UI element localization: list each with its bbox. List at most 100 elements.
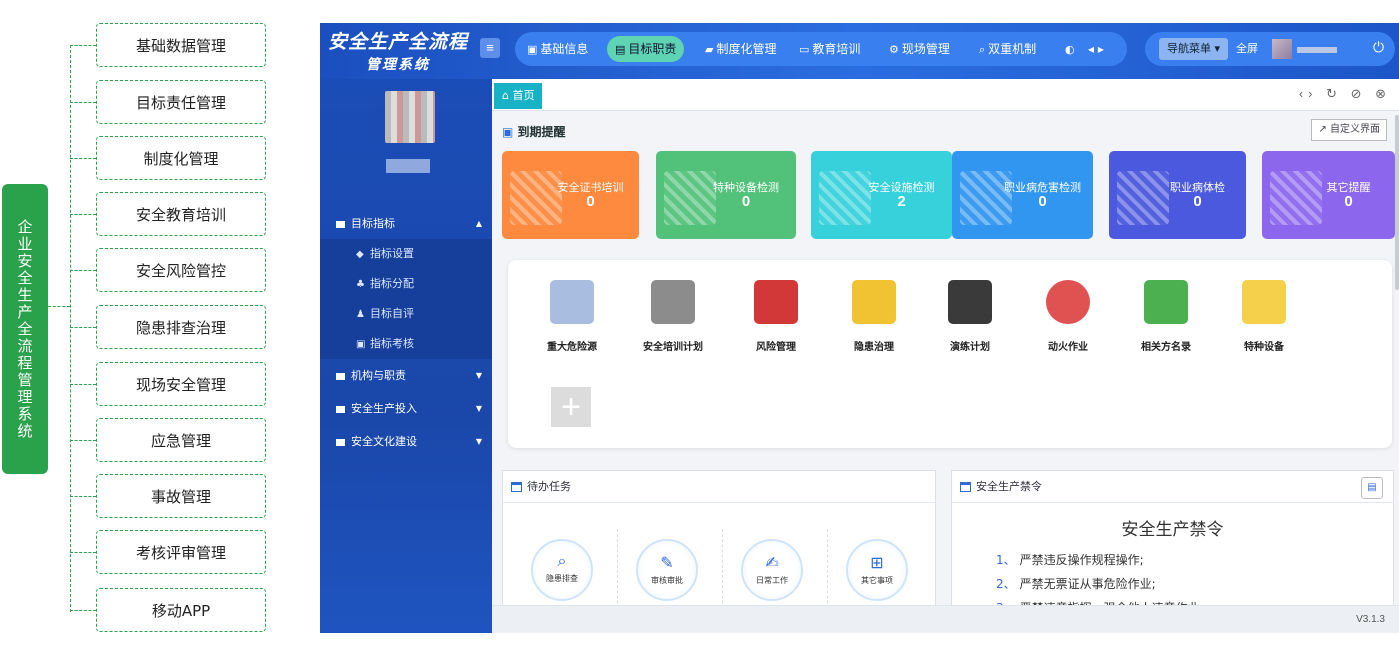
power-icon[interactable]: ⏻ [1373, 39, 1384, 56]
node-assessment: 考核评审管理 [96, 530, 266, 574]
nav-tab-target-duty[interactable]: ▤ 目标职责 [607, 36, 685, 62]
sidebar-item-label: 目标指标 [351, 217, 395, 230]
quick-label: 动火作业 [1048, 342, 1088, 353]
node-site-safety: 现场安全管理 [96, 362, 266, 406]
sidebar-item-organization[interactable]: 机构与职责 ▼ [320, 361, 492, 391]
quick-risk-management[interactable]: 风险管理 [736, 280, 816, 353]
home-icon: ⌂ [502, 89, 513, 102]
fullscreen-button[interactable]: 全屏 [1236, 38, 1258, 60]
gears-icon: ⚙ [889, 43, 899, 56]
calendar-icon: ▣ [502, 125, 518, 139]
half-circle-icon: ◐ [1065, 43, 1075, 56]
connector-branch [70, 440, 96, 441]
card-value: 0 [1038, 193, 1047, 210]
quick-hazard-treatment[interactable]: 隐患治理 [834, 280, 914, 353]
sidebar-item-target-indicator[interactable]: 目标指标 ▲ [320, 209, 492, 239]
calendar-icon [511, 482, 522, 492]
node-risk-control: 安全风险管控 [96, 248, 266, 292]
reminder-title: ▣ 到期提醒 [502, 123, 566, 140]
connector-branch [70, 270, 96, 271]
quick-drill-plan[interactable]: 演练计划 [930, 280, 1010, 353]
nav-tab-institution[interactable]: ▰ 制度化管理 [697, 36, 784, 62]
card-special-equipment[interactable]: 特种设备检测 0 [656, 151, 796, 239]
app-window: 安全生产全流程 管理系统 ≡ ▣ 基础信息 ▤ 目标职责 ▰ 制度化管理 ▭ 教育培训 … [320, 23, 1399, 633]
calendar-board-icon [651, 280, 695, 324]
quick-special-equipment[interactable]: 特种设备 [1224, 280, 1304, 353]
nav-tab-training[interactable]: ▭ 教育培训 [791, 36, 868, 62]
quick-label: 演练计划 [950, 342, 990, 353]
sidebar-item-investment[interactable]: 安全生产投入 ▼ [320, 394, 492, 424]
todo-label: 其它事项 [861, 576, 893, 585]
sidebar-sub-label: 指标分配 [370, 277, 414, 290]
sidebar-item-label: 安全文化建设 [351, 435, 417, 448]
card-occupational-hazard[interactable]: 职业病危害检测 0 [952, 151, 1093, 239]
search-icon: ⌕ [979, 43, 986, 56]
grid-icon: ⊞ [870, 555, 884, 572]
quick-label: 相关方名录 [1141, 342, 1191, 353]
quick-label: 风险管理 [756, 342, 796, 353]
card-health-checkup[interactable]: 职业病体检 0 [1109, 151, 1246, 239]
nav-tab-label: 目标职责 [628, 42, 677, 56]
connector-branch [70, 214, 96, 215]
folder-icon [336, 220, 345, 228]
info-icon: ▣ [527, 43, 538, 56]
ban-title: 安全生产禁令 [976, 480, 1042, 493]
customize-layout-button[interactable]: ↗ 自定义界面 [1311, 119, 1387, 141]
todo-daily-work[interactable]: ✍ 日常工作 [741, 539, 803, 601]
tab-home[interactable]: ⌂ 首页 [494, 83, 543, 109]
quick-access-panel: 重大危险源 安全培训计划 风险管理 隐患治理 演练计划 动火作业 相关方名录 特… [508, 260, 1392, 448]
sidebar-sub-indicator-assign[interactable]: ♣ 指标分配 [320, 269, 492, 299]
nav-menu-button[interactable]: 导航菜单 ▾ [1159, 38, 1229, 60]
quick-major-hazard[interactable]: 重大危险源 [532, 280, 612, 353]
connector-branch [70, 384, 96, 385]
sidebar: 目标指标 ▲ ◆ 指标设置 ♣ 指标分配 ♟ 目标自评 ▣ 指标考核 机构与职责 ▼ 安全生… [320, 79, 492, 633]
quick-training-plan[interactable]: 安全培训计划 [633, 280, 713, 353]
add-shortcut-button[interactable]: + [551, 387, 591, 427]
logo-line1: 安全生产全流程 [328, 31, 469, 53]
quick-related-parties[interactable]: 相关方名录 [1126, 280, 1206, 353]
todo-header: 待办任务 [503, 471, 935, 503]
menu-toggle-button[interactable]: ≡ [480, 38, 500, 58]
todo-hazard-inspection[interactable]: ⌕ 隐患排查 [531, 539, 593, 601]
chevron-down-icon: ▼ [475, 437, 482, 446]
card-certificate-training[interactable]: 安全证书培训 0 [502, 151, 639, 239]
user-icon: ♟ [356, 309, 365, 320]
ban-line: 1、 严禁违反操作规程操作; [996, 551, 1144, 568]
ban-text: 严禁违反操作规程操作; [1019, 553, 1144, 567]
card-safety-facility[interactable]: 安全设施检测 2 [811, 151, 952, 239]
todo-title: 待办任务 [527, 480, 571, 493]
card-value: 0 [1193, 193, 1202, 210]
todo-other-items[interactable]: ⊞ 其它事项 [846, 539, 908, 601]
customize-label: 自定义界面 [1330, 124, 1380, 135]
user-name-blurred [1297, 47, 1337, 53]
scrollbar[interactable] [1395, 115, 1399, 290]
card-other-reminder[interactable]: 其它提醒 0 [1262, 151, 1395, 239]
quick-label: 特种设备 [1244, 342, 1284, 353]
tab-tools[interactable]: ‹› ↻ ⊘ ⊗ [1299, 86, 1391, 102]
sidebar-sub-label: 指标考核 [370, 337, 414, 350]
nav-tab-label: 双重机制 [988, 42, 1037, 56]
sidebar-item-culture[interactable]: 安全文化建设 ▼ [320, 427, 492, 457]
node-emergency: 应急管理 [96, 418, 266, 462]
sidebar-sub-indicator-assessment[interactable]: ▣ 指标考核 [320, 329, 492, 359]
sidebar-sub-self-evaluation[interactable]: ♟ 目标自评 [320, 299, 492, 329]
todo-review-approval[interactable]: ✎ 审核审批 [636, 539, 698, 601]
folder-icon [336, 438, 345, 446]
quick-hot-work[interactable]: 动火作业 [1028, 280, 1108, 353]
ban-header: 安全生产禁令 [952, 471, 1393, 503]
connector-branch [70, 552, 96, 553]
ban-text: 严禁无票证从事危险作业; [1019, 577, 1156, 591]
document-icon: ✍ [765, 555, 779, 572]
nav-scroll-arrows[interactable]: ◂ ▸ [1080, 36, 1112, 62]
nav-tab-dual-mechanism[interactable]: ⌕ 双重机制 [971, 36, 1044, 62]
root-topic: 企业安全生产全流程管理系统 [2, 184, 48, 474]
nav-tab-basic-info[interactable]: ▣ 基础信息 [519, 36, 596, 62]
users-icon: ♣ [356, 279, 365, 290]
user-avatar[interactable] [1272, 39, 1292, 59]
node-mobile-app: 移动APP [96, 588, 266, 632]
folder-icon [336, 372, 345, 380]
document-icon[interactable]: ▤ [1361, 477, 1383, 499]
sidebar-sub-indicator-setting[interactable]: ◆ 指标设置 [320, 239, 492, 269]
nav-tab-site[interactable]: ⚙ 现场管理 [881, 36, 958, 62]
node-basic-data: 基础数据管理 [96, 23, 266, 67]
